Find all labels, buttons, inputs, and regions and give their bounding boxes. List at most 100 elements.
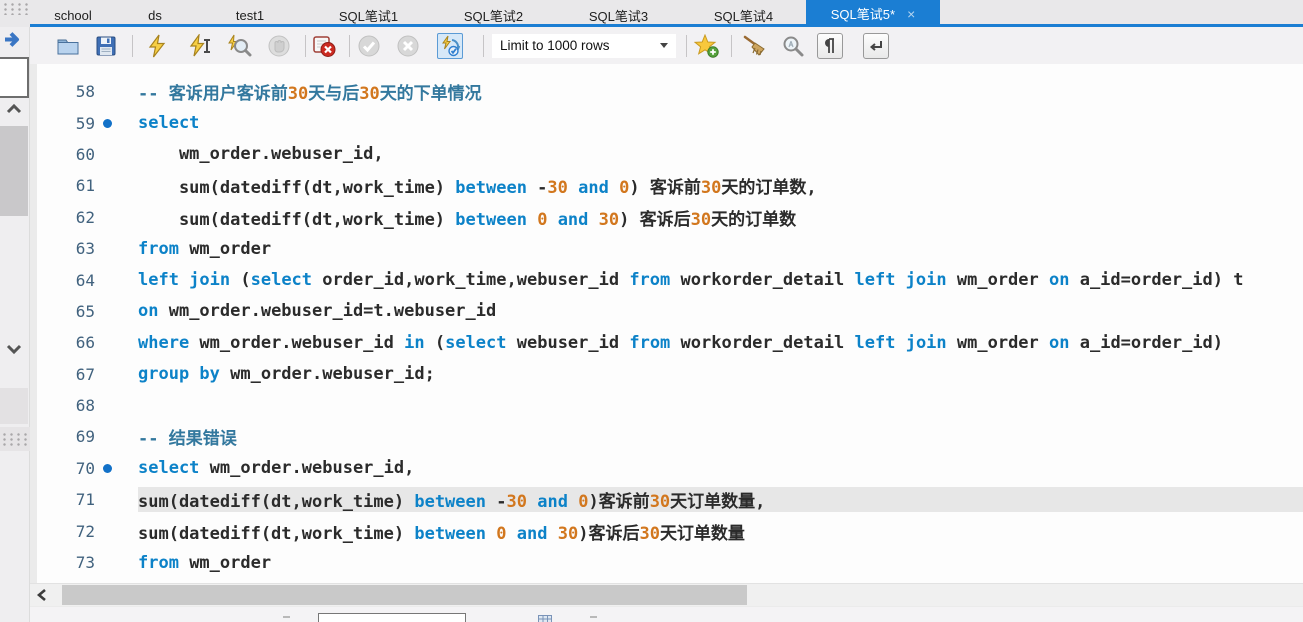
code-line[interactable]: 71 sum(datediff(dt,work_time) between -30… (30, 484, 1303, 515)
result-grid-icon[interactable] (538, 614, 552, 622)
sql-toolbar: Limit to 1000 rows (30, 27, 1303, 64)
close-tab-icon[interactable]: × (907, 7, 915, 21)
line-number: 67 (75, 364, 95, 384)
line-number: 69 (75, 427, 95, 447)
code-token: between (414, 492, 486, 513)
rollback-icon[interactable] (395, 33, 421, 59)
open-script-icon[interactable] (55, 33, 81, 59)
code-text[interactable]: -- 客诉用户客诉前30天与后30天的下单情况 (138, 79, 1303, 104)
code-token: wm_order (178, 238, 272, 259)
left-panel-strip (0, 0, 30, 622)
code-line[interactable]: 73 from wm_order (30, 547, 1303, 578)
code-text[interactable]: where wm_order.webuser_id in (select web… (138, 333, 1303, 353)
expand-sidebar-arrow-icon[interactable] (2, 30, 24, 49)
line-number: 66 (75, 333, 95, 353)
code-line[interactable]: 62 sum(datediff(dt,work_time) between 0 … (30, 202, 1303, 233)
toolbar-separator (686, 34, 687, 57)
code-token: a_id=order_id) t (1069, 270, 1244, 291)
code-text[interactable]: select (138, 113, 1303, 133)
code-text[interactable]: sum(datediff(dt,work_time) between 0 and… (138, 519, 1303, 544)
vertical-scrollbar-up-button[interactable] (4, 101, 24, 117)
splitter-drag-grip[interactable] (1, 432, 28, 447)
code-token: wm_order.webuser_id=t.webuser_id (158, 301, 497, 322)
code-text[interactable]: left join (select order_id,work_time,web… (138, 270, 1303, 290)
code-token: where (138, 332, 190, 353)
code-text[interactable]: sum(datediff(dt,work_time) between -30 a… (138, 173, 1303, 198)
horizontal-scrollbar-thumb[interactable] (62, 585, 747, 605)
code-text[interactable]: on wm_order.webuser_id=t.webuser_id (138, 301, 1303, 321)
execute-current-statement-icon[interactable] (187, 33, 213, 59)
code-line[interactable]: 67 group by wm_order.webuser_id; (30, 359, 1303, 390)
execute-icon[interactable] (144, 33, 170, 59)
code-line[interactable]: 68 (30, 390, 1303, 421)
tab-label: school (54, 7, 92, 23)
sidebar-cutoff-box[interactable] (0, 57, 29, 98)
code-token: on (138, 301, 159, 322)
find-icon[interactable] (780, 33, 806, 59)
sql-code-editor[interactable]: 58 -- 客诉用户客诉前30天与后30天的下单情况 59 select 60 wm_o… (30, 64, 1303, 583)
add-snippet-icon[interactable] (694, 33, 720, 59)
code-line[interactable]: 60 wm_order.webuser_id, (30, 139, 1303, 170)
limit-rows-dropdown[interactable]: Limit to 1000 rows (492, 33, 676, 58)
code-line[interactable]: 72 sum(datediff(dt,work_time) between 0 a… (30, 515, 1303, 546)
code-token: ( (424, 332, 446, 353)
code-token: and (516, 523, 548, 544)
wrap-text-toggle-icon[interactable] (863, 32, 889, 59)
autocommit-toggle-icon[interactable] (437, 32, 463, 59)
code-line[interactable]: 63 from wm_order (30, 233, 1303, 264)
stop-execution-icon[interactable] (266, 33, 292, 59)
result-combobox[interactable] (318, 613, 466, 622)
stop-on-error-toggle-icon[interactable] (311, 33, 337, 59)
code-token: wm_order.webuser_id; (219, 364, 435, 385)
horizontal-scrollbar[interactable] (30, 583, 1303, 606)
code-token: on (1049, 332, 1070, 353)
code-text[interactable]: from wm_order (138, 239, 1303, 259)
commit-icon[interactable] (356, 33, 382, 59)
explain-plan-icon[interactable] (226, 33, 252, 59)
code-text[interactable]: wm_order.webuser_id, (138, 144, 1303, 164)
code-line[interactable]: 70 select wm_order.webuser_id, (30, 453, 1303, 484)
code-text[interactable]: from wm_order (138, 553, 1303, 573)
code-line[interactable]: 64 left join (select order_id,work_time,w… (30, 264, 1303, 295)
code-token: between (455, 209, 527, 230)
code-token: webuser_id (506, 332, 630, 353)
code-line[interactable]: 59 select (30, 107, 1303, 138)
code-text[interactable]: select wm_order.webuser_id, (138, 458, 1303, 478)
code-line[interactable]: 61 sum(datediff(dt,work_time) between -3… (30, 170, 1303, 201)
save-script-icon[interactable] (93, 33, 119, 59)
code-line[interactable]: 58 -- 客诉用户客诉前30天与后30天的下单情况 (30, 76, 1303, 107)
code-token: select (250, 270, 313, 291)
code-text[interactable] (138, 405, 1303, 406)
tab-bar: school ds test1 SQL笔试1 SQL笔试2 SQL笔试3 SQL笔试4 SQL… (30, 0, 1303, 27)
code-text[interactable]: sum(datediff(dt,work_time) between 0 and… (138, 205, 1303, 230)
code-text[interactable]: -- 结果错误 (138, 424, 1303, 449)
bottom-panel-edge (30, 606, 1303, 622)
tab-SQL笔试5*[interactable]: SQL笔试5* × (806, 0, 940, 27)
tab-label: SQL笔试4 (713, 8, 774, 24)
code-line[interactable]: 69 -- 结果错误 (30, 421, 1303, 452)
code-token: 30 (649, 492, 671, 513)
beautify-icon[interactable] (742, 33, 768, 59)
show-invisibles-toggle-icon[interactable] (817, 32, 843, 59)
code-token: ) 客诉后 (619, 209, 691, 230)
code-line[interactable]: 65 on wm_order.webuser_id=t.webuser_id (30, 296, 1303, 327)
code-token: left join (854, 270, 947, 291)
scroll-left-button[interactable] (30, 584, 54, 606)
code-lines: 58 -- 客诉用户客诉前30天与后30天的下单情况 59 select 60 wm_o… (30, 76, 1303, 583)
vertical-scrollbar-thumb[interactable] (0, 126, 28, 216)
code-text[interactable]: sum(datediff(dt,work_time) between -30 a… (138, 487, 1303, 513)
code-token: 天的订单数, (721, 178, 817, 199)
line-number: 71 (75, 490, 95, 510)
code-token: wm_order (946, 270, 1049, 291)
panel-drag-grip[interactable] (2, 2, 28, 15)
line-number: 62 (75, 207, 95, 227)
code-token: 0 (496, 523, 507, 544)
code-text[interactable]: group by wm_order.webuser_id; (138, 364, 1303, 384)
vertical-scrollbar-down-button[interactable] (4, 341, 24, 357)
code-token: wm_order.webuser_id, (138, 144, 384, 165)
code-line[interactable]: 66 where wm_order.webuser_id in (select w… (30, 327, 1303, 358)
code-token: workorder_detail (670, 270, 855, 291)
